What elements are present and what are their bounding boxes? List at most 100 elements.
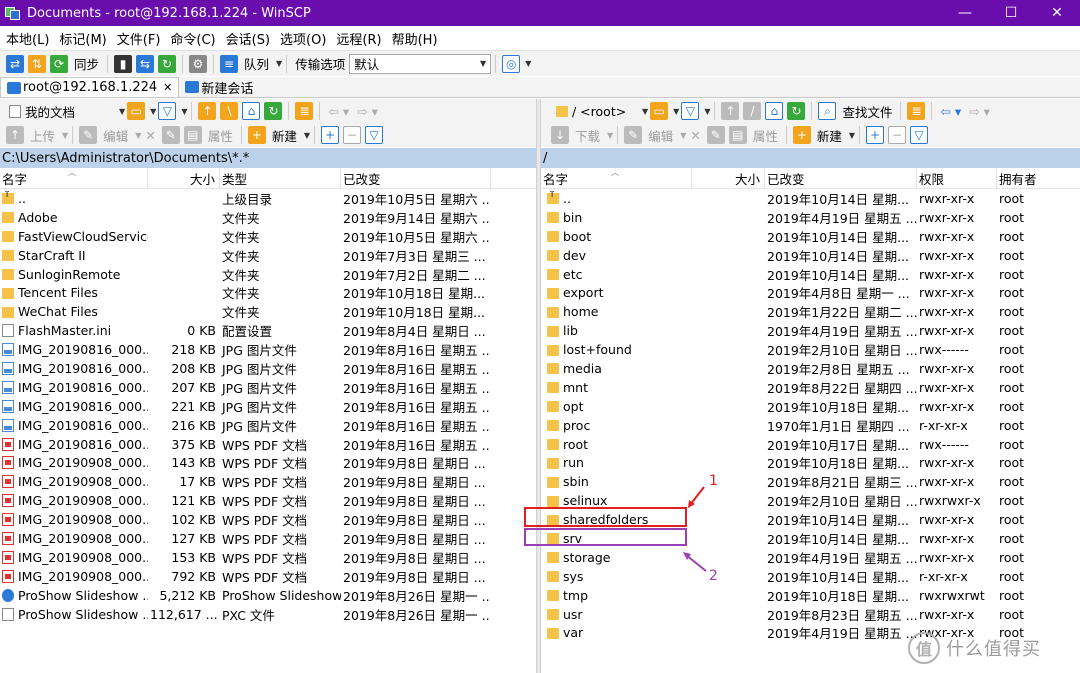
terminal-icon[interactable]: ▮ — [114, 54, 133, 73]
table-row[interactable]: home 2019年1月22日 星期二 ... rwxr-xr-x root — [541, 302, 1080, 321]
table-row[interactable]: etc 2019年10月14日 星期... rwxr-xr-x root — [541, 265, 1080, 284]
unselect-icon[interactable]: − — [343, 126, 362, 144]
table-row[interactable]: lost+found 2019年2月10日 星期日 ... rwx------ roo… — [541, 340, 1080, 359]
col-modified[interactable]: 已改变 — [765, 167, 917, 189]
back-icon[interactable]: ⇦ ▾ — [328, 104, 349, 119]
table-row[interactable]: Tencent Files 文件夹 2019年10月18日 星期... — [0, 283, 536, 302]
compare-dirs-icon[interactable]: ⇄ — [6, 54, 24, 73]
table-row[interactable]: boot 2019年10月14日 星期... rwxr-xr-x root — [541, 227, 1080, 246]
back-icon[interactable]: ⇦ ▾ — [940, 104, 961, 119]
edit-button[interactable]: 编辑 — [103, 126, 128, 145]
table-row[interactable]: sbin 2019年8月21日 星期三 ... rwxr-xr-x root — [541, 472, 1080, 491]
download-button[interactable]: 下载 — [575, 126, 600, 145]
table-row[interactable]: run 2019年10月18日 星期... rwxr-xr-x root — [541, 453, 1080, 472]
parent-dir-icon[interactable]: ↑ — [198, 102, 217, 120]
sync-icon[interactable]: ⟳ — [50, 54, 68, 73]
gear-icon[interactable]: ⚙ — [189, 54, 208, 73]
table-row[interactable]: IMG_20190908_000... 127 KB WPS PDF 文档 2019年… — [0, 529, 536, 548]
menu-mark[interactable]: 标记(M) — [53, 29, 110, 48]
table-row[interactable]: bin 2019年4月19日 星期五 ... rwxr-xr-x root — [541, 208, 1080, 227]
delete-icon[interactable]: ✕ — [145, 128, 155, 143]
table-row[interactable]: IMG_20190816_000... 208 KB JPG 图片文件 2019年8月… — [0, 359, 536, 378]
transfer-icon[interactable]: ⇆ — [136, 54, 155, 73]
local-location-select[interactable]: 我的文档 — [4, 101, 116, 121]
select-all-icon[interactable]: + — [321, 126, 340, 144]
properties-button[interactable]: 属性 — [753, 126, 778, 145]
col-type[interactable]: 类型 — [220, 167, 341, 189]
new-folder-icon[interactable]: + — [792, 126, 811, 144]
table-row[interactable]: proc 1970年1月1日 星期四 ... r-xr-xr-x root — [541, 416, 1080, 435]
table-row[interactable]: tmp 2019年10月18日 星期... rwxrwxrwt root — [541, 586, 1080, 605]
table-row[interactable]: usr 2019年8月23日 星期五 ... rwxr-xr-x root — [541, 605, 1080, 624]
table-row[interactable]: IMG_20190908_000... 143 KB WPS PDF 文档 2019年… — [0, 453, 536, 472]
table-row[interactable]: lib 2019年4月19日 星期五 ... rwxr-xr-x root — [541, 321, 1080, 340]
table-row[interactable]: root 2019年10月17日 星期... rwx------ root — [541, 435, 1080, 454]
refresh-icon[interactable]: ↻ — [787, 102, 806, 120]
table-row[interactable]: IMG_20190908_000... 153 KB WPS PDF 文档 2019年… — [0, 548, 536, 567]
upload-icon[interactable]: ↑ — [6, 126, 24, 144]
menu-help[interactable]: 帮助(H) — [386, 29, 442, 48]
queue-button[interactable]: 队列 — [244, 54, 269, 73]
edit-icon[interactable]: ✎ — [79, 126, 98, 144]
table-row[interactable]: SunloginRemote 文件夹 2019年7月2日 星期二 ... — [0, 265, 536, 284]
forward-icon[interactable]: ⇨ ▾ — [969, 104, 990, 119]
table-row[interactable]: WeChat Files 文件夹 2019年10月18日 星期... — [0, 302, 536, 321]
table-row[interactable]: .. 上级目录 2019年10月5日 星期六 ... — [0, 189, 536, 208]
col-name[interactable]: 名字 ︿ — [0, 167, 148, 189]
tab-new-session[interactable]: 新建会话 — [179, 77, 259, 97]
rename-icon[interactable]: ✎ — [706, 126, 725, 144]
table-row[interactable]: IMG_20190816_000... 216 KB JPG 图片文件 2019年8月… — [0, 416, 536, 435]
chevron-down-icon[interactable]: ▼ — [119, 107, 125, 116]
table-row[interactable]: ProShow Slideshow ... 112,617 ... PXC 文件 20… — [0, 605, 536, 624]
menu-command[interactable]: 命令(C) — [164, 29, 219, 48]
table-row[interactable]: IMG_20190816_000... 221 KB JPG 图片文件 2019年8月… — [0, 397, 536, 416]
tree-icon[interactable]: ≣ — [907, 102, 926, 120]
edit-button[interactable]: 编辑 — [648, 126, 673, 145]
table-row[interactable]: FastViewCloudService 文件夹 2019年10月5日 星期六 ..… — [0, 227, 536, 246]
chevron-down-icon[interactable]: ▼ — [607, 131, 613, 140]
table-row[interactable]: FlashMaster.ini 0 KB 配置设置 2019年8月4日 星期日 ... — [0, 321, 536, 340]
chevron-down-icon[interactable]: ▼ — [181, 107, 187, 116]
chevron-down-icon[interactable]: ▼ — [135, 131, 141, 140]
minimize-button[interactable]: — — [942, 0, 988, 26]
parent-dir-icon[interactable]: ↑ — [721, 102, 740, 120]
tab-session-root[interactable]: root@192.168.1.224 ✕ — [0, 77, 180, 97]
new-folder-icon[interactable]: + — [247, 126, 266, 144]
table-row[interactable]: StarCraft II 文件夹 2019年7月3日 星期三 ... — [0, 246, 536, 265]
edit-icon[interactable]: ✎ — [624, 126, 643, 144]
chevron-down-icon[interactable]: ▼ — [304, 131, 310, 140]
table-row[interactable]: ProShow Slideshow ... 5,212 KB ProShow Sli… — [0, 586, 536, 605]
chevron-down-icon[interactable]: ▼ — [704, 107, 710, 116]
table-row[interactable]: opt 2019年10月18日 星期... rwxr-xr-x root — [541, 397, 1080, 416]
delete-icon[interactable]: ✕ — [690, 128, 700, 143]
chevron-down-icon[interactable]: ▼ — [680, 131, 686, 140]
globe-icon[interactable]: ◎ — [502, 54, 521, 73]
open-folder-icon[interactable]: ▭ — [127, 102, 146, 120]
properties-button[interactable]: 属性 — [208, 126, 233, 145]
col-permissions[interactable]: 权限 — [917, 167, 997, 189]
table-row[interactable]: media 2019年2月8日 星期五 ... rwxr-xr-x root — [541, 359, 1080, 378]
chevron-down-icon[interactable]: ▼ — [642, 107, 648, 116]
filter-icon[interactable]: ▽ — [681, 102, 700, 120]
table-row[interactable]: IMG_20190908_000... 102 KB WPS PDF 文档 2019年… — [0, 510, 536, 529]
chevron-down-icon[interactable]: ▼ — [276, 59, 282, 68]
menu-options[interactable]: 选项(O) — [274, 29, 330, 48]
table-row[interactable]: dev 2019年10月14日 星期... rwxr-xr-x root — [541, 246, 1080, 265]
refresh-icon[interactable]: ↻ — [264, 102, 283, 120]
open-folder-icon[interactable]: ▭ — [650, 102, 669, 120]
refresh-icon[interactable]: ↻ — [158, 54, 177, 73]
select-all-icon[interactable]: + — [866, 126, 885, 144]
home-icon[interactable]: ⌂ — [242, 102, 261, 120]
close-window-button[interactable]: ✕ — [1034, 0, 1080, 26]
table-row[interactable]: sys 2019年10月14日 星期... r-xr-xr-x root — [541, 567, 1080, 586]
chevron-down-icon[interactable]: ▼ — [150, 107, 156, 116]
unselect-icon[interactable]: − — [888, 126, 907, 144]
upload-button[interactable]: 上传 — [30, 126, 55, 145]
col-size[interactable]: 大小 — [148, 167, 220, 189]
col-owner[interactable]: 拥有者 — [997, 168, 1080, 189]
filter-icon[interactable]: ▽ — [158, 102, 177, 120]
table-row[interactable]: .. 2019年10月14日 星期... rwxr-xr-x root — [541, 189, 1080, 208]
root-dir-icon[interactable]: / — [743, 102, 762, 120]
menu-session[interactable]: 会话(S) — [220, 29, 274, 48]
maximize-button[interactable]: ☐ — [988, 0, 1034, 26]
